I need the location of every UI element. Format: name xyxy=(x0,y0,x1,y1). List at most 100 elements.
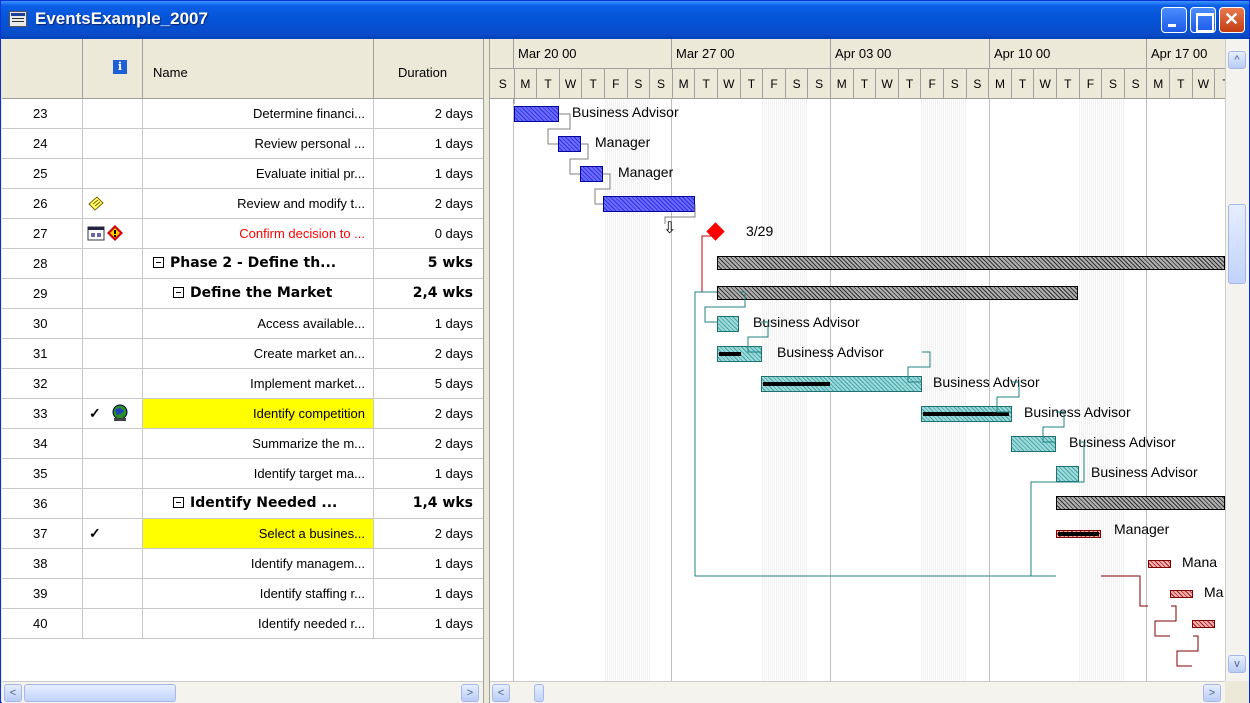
task-name[interactable]: Identify competition xyxy=(143,399,374,428)
collapse-icon[interactable] xyxy=(153,257,164,268)
title-bar[interactable]: EventsExample_2007 xyxy=(1,1,1249,39)
task-duration[interactable]: 1 days xyxy=(374,579,483,608)
task-duration[interactable]: 2 days xyxy=(374,99,483,128)
table-row[interactable]: 34 Summarize the m... 2 days xyxy=(2,429,483,459)
row-indicators xyxy=(83,249,143,278)
scroll-up-button[interactable]: ^ xyxy=(1228,51,1246,69)
task-duration[interactable]: 5 wks xyxy=(374,249,483,278)
duration-column-header[interactable]: Duration xyxy=(374,39,483,99)
task-duration[interactable]: 1 days xyxy=(374,159,483,188)
task-name[interactable]: Review personal ... xyxy=(143,129,374,158)
window-title: EventsExample_2007 xyxy=(35,9,208,28)
task-name[interactable]: Implement market... xyxy=(143,369,374,398)
table-row[interactable]: 27 Confirm decision to ... 0 days xyxy=(2,219,483,249)
dependency-link xyxy=(907,351,931,383)
table-row[interactable]: 26 Review and modify t... 2 days xyxy=(2,189,483,219)
table-row[interactable]: 29 Define the Market 2,4 wks xyxy=(2,279,483,309)
row-id: 23 xyxy=(2,99,83,128)
collapse-icon[interactable] xyxy=(173,497,184,508)
task-duration[interactable]: 1 days xyxy=(374,309,483,338)
task-duration[interactable]: 1,4 wks xyxy=(374,489,483,518)
row-indicators xyxy=(83,309,143,338)
task-name[interactable]: Identify managem... xyxy=(143,549,374,578)
task-name[interactable]: Access available... xyxy=(143,309,374,338)
task-duration[interactable]: 2,4 wks xyxy=(374,279,483,308)
minimize-button[interactable] xyxy=(1161,7,1187,33)
task-duration[interactable]: 2 days xyxy=(374,519,483,548)
gantt-scroll-left-button[interactable]: < xyxy=(492,684,510,702)
task-duration[interactable]: 1 days xyxy=(374,129,483,158)
scroll-right-button[interactable]: > xyxy=(461,684,479,702)
dependency-link xyxy=(996,381,1020,413)
row-indicators xyxy=(83,549,143,578)
collapse-icon[interactable] xyxy=(173,287,184,298)
scroll-down-button[interactable]: v xyxy=(1228,655,1246,673)
dependency-link xyxy=(1101,575,1148,607)
task-duration[interactable]: 2 days xyxy=(374,399,483,428)
grid-horizontal-scrollbar[interactable]: < > xyxy=(2,681,483,703)
name-column-header[interactable]: Name xyxy=(143,39,374,99)
table-row[interactable]: 36 Identify Needed ... 1,4 wks xyxy=(2,489,483,519)
row-id: 26 xyxy=(2,189,83,218)
summary-task-name[interactable]: Define the Market xyxy=(143,279,374,308)
table-row[interactable]: 28 Phase 2 - Define th... 5 wks xyxy=(2,249,483,279)
task-name[interactable]: Select a busines... xyxy=(143,519,374,548)
task-name[interactable]: Identify target ma... xyxy=(143,459,374,488)
gantt-horizontal-scrollbar[interactable]: < > xyxy=(490,681,1225,703)
table-row[interactable]: 39 Identify staffing r... 1 days xyxy=(2,579,483,609)
task-name[interactable]: Identify needed r... xyxy=(143,609,374,638)
table-row[interactable]: 33 ✓ Identify competition 2 days xyxy=(2,399,483,429)
task-duration[interactable]: 1 days xyxy=(374,609,483,638)
summary-task-name[interactable]: Identify Needed ... xyxy=(143,489,374,518)
row-id: 34 xyxy=(2,429,83,458)
summary-task-name[interactable]: Phase 2 - Define th... xyxy=(143,249,374,278)
task-duration[interactable]: 0 days xyxy=(374,219,483,248)
dependency-link xyxy=(704,291,746,323)
task-duration[interactable]: 5 days xyxy=(374,369,483,398)
task-duration[interactable]: 2 days xyxy=(374,429,483,458)
table-row[interactable]: 25 Evaluate initial pr... 1 days xyxy=(2,159,483,189)
task-duration[interactable]: 2 days xyxy=(374,189,483,218)
task-name[interactable]: Confirm decision to ... xyxy=(143,219,374,248)
task-name[interactable]: Create market an... xyxy=(143,339,374,368)
row-indicators xyxy=(83,429,143,458)
summary-label: Define the Market xyxy=(190,285,333,301)
row-indicators: ✓ xyxy=(83,399,143,428)
task-duration[interactable]: 1 days xyxy=(374,549,483,578)
gantt-vertical-scrollbar[interactable]: ^ v xyxy=(1225,39,1249,681)
table-row[interactable]: 32 Implement market... 5 days xyxy=(2,369,483,399)
task-name[interactable]: Evaluate initial pr... xyxy=(143,159,374,188)
table-row[interactable]: 24 Review personal ... 1 days xyxy=(2,129,483,159)
row-indicators xyxy=(83,489,143,518)
dependency-link xyxy=(547,113,571,145)
close-button[interactable] xyxy=(1219,7,1245,33)
task-name[interactable]: Identify staffing r... xyxy=(143,579,374,608)
table-row[interactable]: 23 Determine financi... 2 days xyxy=(2,99,483,129)
task-duration[interactable]: 1 days xyxy=(374,459,483,488)
task-name[interactable]: Review and modify t... xyxy=(143,189,374,218)
pane-splitter[interactable] xyxy=(483,39,490,703)
row-indicators xyxy=(83,219,143,248)
maximize-button[interactable] xyxy=(1190,7,1216,33)
id-column-header[interactable] xyxy=(2,39,83,99)
scroll-thumb[interactable] xyxy=(24,684,176,702)
task-name[interactable]: Summarize the m... xyxy=(143,429,374,458)
table-row[interactable]: 35 Identify target ma... 1 days xyxy=(2,459,483,489)
table-row[interactable]: 38 Identify managem... 1 days xyxy=(2,549,483,579)
scroll-left-button[interactable]: < xyxy=(4,684,22,702)
row-id: 33 xyxy=(2,399,83,428)
gantt-scroll-right-button[interactable]: > xyxy=(1203,684,1221,702)
table-row[interactable]: 40 Identify needed r... 1 days xyxy=(2,609,483,639)
table-row[interactable]: 31 Create market an... 2 days xyxy=(2,339,483,369)
task-duration[interactable]: 2 days xyxy=(374,339,483,368)
task-name[interactable]: Determine financi... xyxy=(143,99,374,128)
table-row[interactable]: 37 ✓ Select a busines... 2 days xyxy=(2,519,483,549)
row-indicators xyxy=(83,189,143,218)
row-indicators xyxy=(83,579,143,608)
indicators-column-header[interactable]: i xyxy=(83,39,143,99)
dependency-link xyxy=(1176,635,1199,667)
gantt-scroll-thumb[interactable] xyxy=(534,684,544,702)
vertical-scroll-thumb[interactable] xyxy=(1228,204,1246,284)
row-id: 39 xyxy=(2,579,83,608)
table-row[interactable]: 30 Access available... 1 days xyxy=(2,309,483,339)
